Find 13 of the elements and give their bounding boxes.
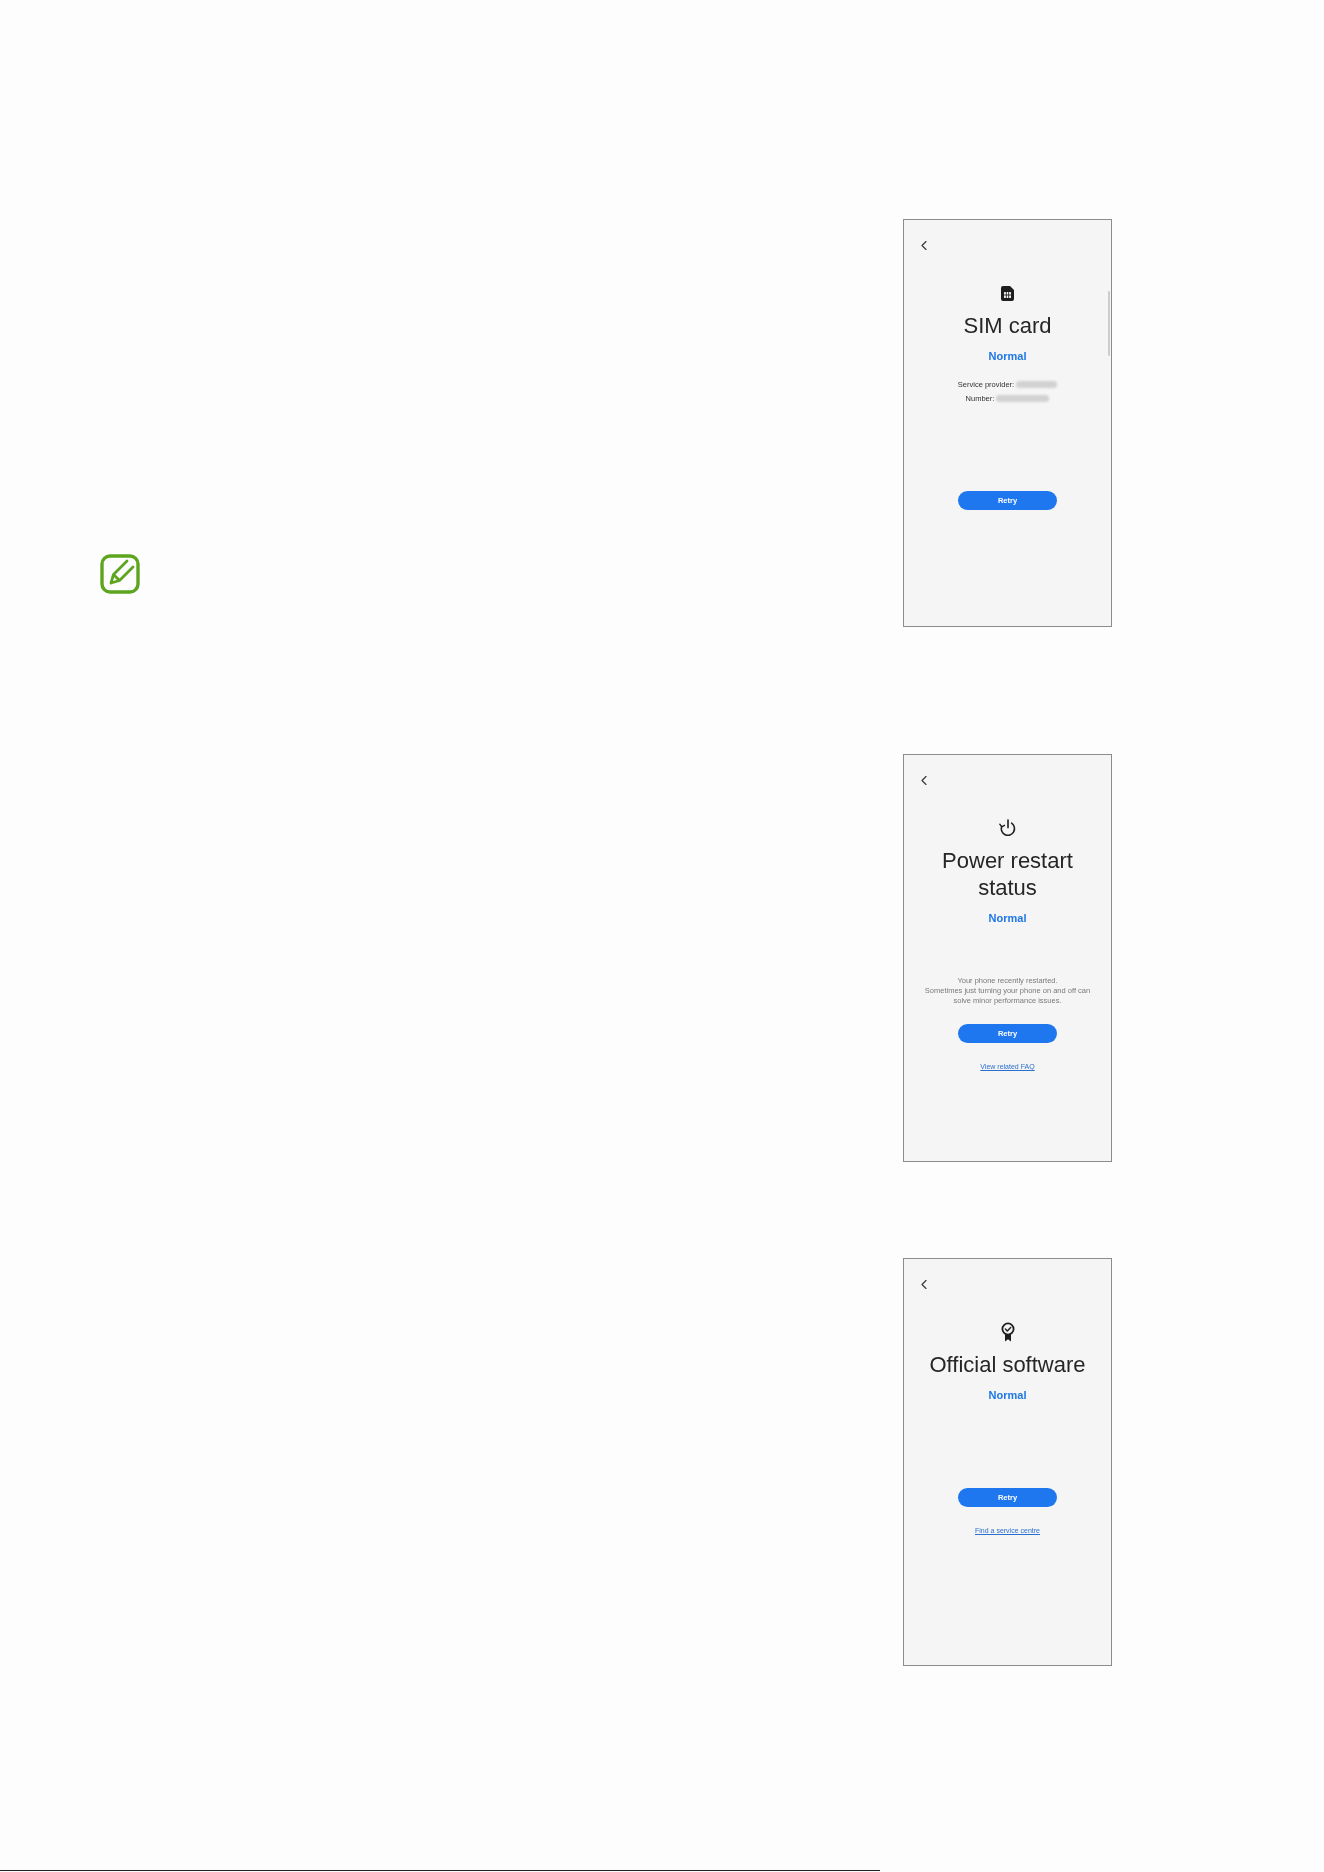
back-icon[interactable] [921, 1280, 927, 1289]
pencil-note-icon [100, 554, 140, 594]
status-text: Normal [988, 912, 1027, 924]
certificate-badge-icon [1000, 1322, 1015, 1342]
sim-card-icon [1001, 285, 1014, 301]
screen-title: Power restart status [941, 847, 1074, 901]
status-text: Normal [988, 1389, 1027, 1401]
status-text: Normal [988, 350, 1027, 362]
back-icon[interactable] [921, 241, 927, 250]
back-icon[interactable] [921, 776, 927, 785]
power-restart-icon [998, 819, 1017, 837]
screen-title: SIM card [963, 312, 1052, 339]
screen-title: Official software [929, 1351, 1086, 1378]
